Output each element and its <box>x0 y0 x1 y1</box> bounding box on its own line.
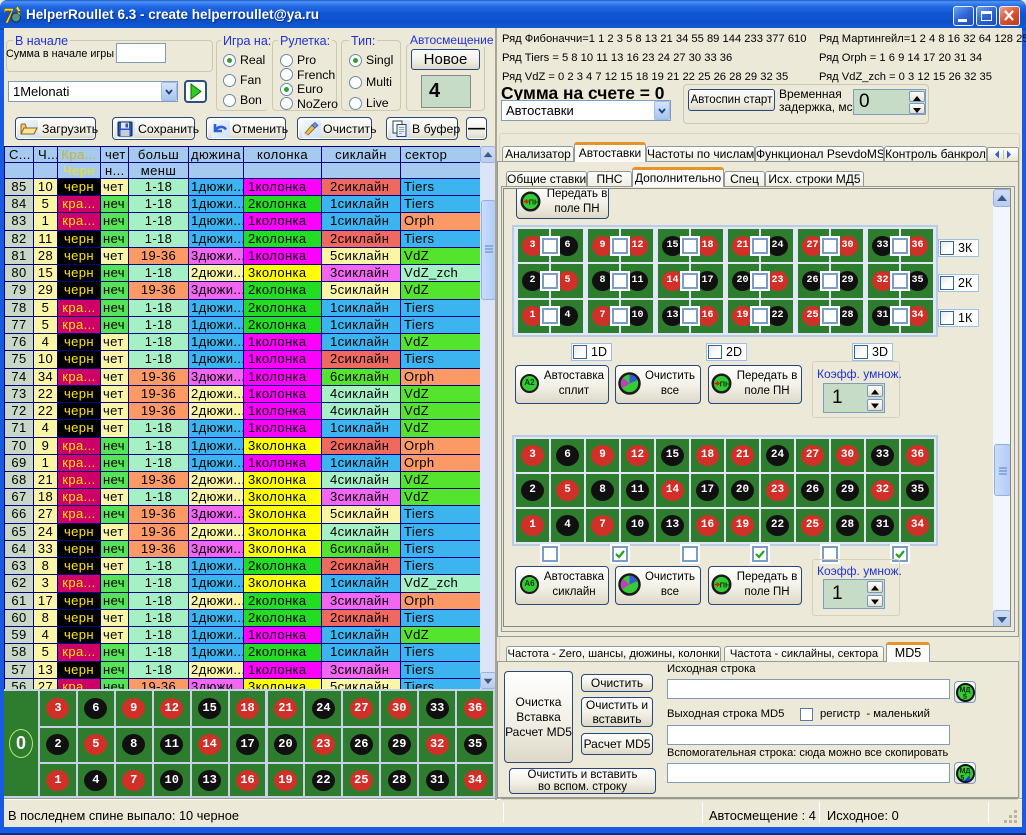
svg-text:ПН: ПН <box>720 580 731 589</box>
svg-text:ПН: ПН <box>529 197 540 206</box>
svg-text:ПН: ПН <box>720 379 731 388</box>
